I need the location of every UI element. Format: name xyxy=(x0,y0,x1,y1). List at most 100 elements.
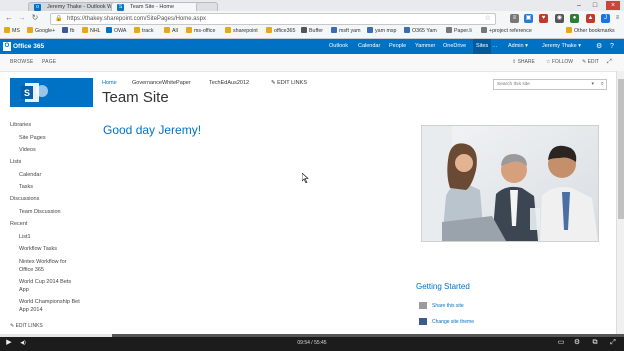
menu-icon[interactable]: ≡ xyxy=(613,14,622,23)
suite-link-yammer[interactable]: Yammer xyxy=(415,39,435,54)
captions-icon[interactable]: ▭ xyxy=(556,338,566,348)
quicklaunch-item[interactable]: World Cup 2014 Bets App xyxy=(19,278,81,294)
share-button[interactable]: ⇪ SHARE xyxy=(512,54,535,71)
address-bar[interactable]: 🔒 https://thakey.sharepoint.com/SitePage… xyxy=(50,13,496,25)
sharepoint-icon: S xyxy=(117,4,124,11)
change-theme-link[interactable]: Change site theme xyxy=(432,319,474,325)
search-input[interactable]: Search this site ▾ ⌕ xyxy=(493,79,607,90)
bookmark-item[interactable]: O365 Yam xyxy=(404,27,437,36)
bookmark-item[interactable]: +project reference xyxy=(481,27,532,36)
quicklaunch-item[interactable]: Tasks xyxy=(19,184,33,190)
quicklaunch-item[interactable]: Site Pages xyxy=(19,135,46,141)
quicklaunch-item[interactable]: Nintex Workflow for Office 365 xyxy=(19,258,81,274)
suite-bar: O Office 365 Outlook Calendar People Yamm… xyxy=(0,39,624,54)
minimize-icon[interactable]: – xyxy=(572,1,586,10)
quicklaunch-item[interactable]: Team Discussion xyxy=(19,209,61,215)
bookmark-item[interactable]: OWA xyxy=(106,27,126,36)
page-icon xyxy=(481,27,487,33)
timecode: 09:54 / 55:45 xyxy=(297,340,327,346)
help-icon[interactable]: ? xyxy=(610,39,614,54)
quicklaunch-heading[interactable]: Recent xyxy=(10,221,27,227)
more-icon[interactable]: … xyxy=(492,39,498,54)
bookmark-item[interactable]: msft yam xyxy=(331,27,360,36)
bookmark-item[interactable]: office365 xyxy=(266,27,295,36)
quicklaunch-heading[interactable]: Lists xyxy=(10,159,21,165)
folder-icon xyxy=(164,27,170,33)
quicklaunch-item[interactable]: Calendar xyxy=(19,172,41,178)
settings-icon[interactable]: ⚙ xyxy=(572,338,582,348)
quicklaunch-item[interactable]: List1 xyxy=(19,234,31,240)
vertical-scrollbar[interactable] xyxy=(616,71,624,334)
share-site-link[interactable]: Share this site xyxy=(432,303,464,309)
user-menu[interactable]: Jeremy Thake ▾ xyxy=(542,39,581,54)
chevron-down-icon[interactable]: ▾ xyxy=(591,80,594,89)
suite-link-onedrive[interactable]: OneDrive xyxy=(443,39,466,54)
gear-icon[interactable]: ⚙ xyxy=(596,39,602,54)
bookmark-item[interactable]: fb xyxy=(62,27,74,36)
site-logo[interactable]: S xyxy=(10,78,93,107)
close-window-icon[interactable]: × xyxy=(606,1,620,10)
extension-icon[interactable]: ≡ xyxy=(510,14,519,23)
reload-icon[interactable]: ↻ xyxy=(30,13,40,23)
focus-icon[interactable]: ⤢ xyxy=(607,54,612,71)
ribbon: BROWSE PAGE ⇪ SHARE ☆ FOLLOW ✎ EDIT ⤢ xyxy=(0,54,624,72)
edit-button[interactable]: ✎ EDIT xyxy=(582,54,599,71)
yammer-icon xyxy=(367,27,373,33)
tab-browse[interactable]: BROWSE xyxy=(10,54,33,71)
user-avatar[interactable]: J xyxy=(601,14,610,23)
forward-icon[interactable]: → xyxy=(17,13,27,23)
tab-page[interactable]: PAGE xyxy=(42,54,56,71)
team-photo xyxy=(421,125,599,242)
extension-icon[interactable]: ▣ xyxy=(524,14,533,23)
admin-menu[interactable]: Admin ▾ xyxy=(508,39,528,54)
bookmark-item[interactable]: yam msp xyxy=(367,27,397,36)
suite-link-people[interactable]: People xyxy=(389,39,406,54)
scrollbar-thumb[interactable] xyxy=(618,79,624,219)
back-icon[interactable]: ← xyxy=(4,13,14,23)
folder-icon xyxy=(566,27,572,33)
fullscreen-icon[interactable]: ⤢ xyxy=(608,338,618,348)
bookmark-item[interactable]: Buffer xyxy=(301,27,323,36)
bookmark-item[interactable]: sharepoint xyxy=(225,27,258,36)
search-placeholder: Search this site xyxy=(497,82,530,87)
quicklaunch-item[interactable]: Workflow Tasks xyxy=(19,246,57,252)
outlook-icon: o xyxy=(34,4,41,11)
extension-icon[interactable]: ● xyxy=(570,14,579,23)
topnav-home[interactable]: Home xyxy=(102,80,117,86)
quicklaunch-heading[interactable]: Discussions xyxy=(10,196,39,202)
extension-icon[interactable]: ▲ xyxy=(586,14,595,23)
bookmark-item[interactable]: NHL xyxy=(82,27,101,36)
getting-started-heading: Getting Started xyxy=(416,282,470,291)
quicklaunch-edit-links[interactable]: ✎ EDIT LINKS xyxy=(10,323,43,329)
quicklaunch-item[interactable]: Videos xyxy=(19,147,36,153)
edit-links-button[interactable]: ✎ EDIT LINKS xyxy=(271,80,307,86)
bookmark-item[interactable]: Paper.li xyxy=(446,27,472,36)
bookmark-item[interactable]: Google+ xyxy=(27,27,55,36)
quicklaunch-item[interactable]: World Championship Bet App 2014 xyxy=(19,298,85,314)
office-icon: O xyxy=(3,42,11,51)
topnav-techedaus[interactable]: TechEdAus2012 xyxy=(209,80,249,86)
site-title[interactable]: Team Site xyxy=(102,89,169,106)
suite-link-calendar[interactable]: Calendar xyxy=(358,39,380,54)
bookmark-item[interactable]: ms-office xyxy=(186,27,215,36)
extension-icon[interactable]: ◉ xyxy=(555,14,564,23)
bookmark-item[interactable]: All xyxy=(164,27,178,36)
office365-logo[interactable]: O Office 365 xyxy=(3,41,44,52)
bookmark-item[interactable]: track xyxy=(134,27,153,36)
popout-icon[interactable]: ⧉ xyxy=(590,338,600,348)
pocket-icon[interactable]: ♥ xyxy=(539,14,548,23)
star-icon[interactable]: ☆ xyxy=(485,14,491,24)
other-bookmarks[interactable]: Other bookmarks xyxy=(566,27,615,36)
quicklaunch-heading[interactable]: Libraries xyxy=(10,122,31,128)
maximize-icon[interactable]: □ xyxy=(588,1,602,10)
chevron-down-icon: ▾ xyxy=(578,43,582,49)
follow-button[interactable]: ☆ FOLLOW xyxy=(546,54,573,71)
suite-link-sites[interactable]: Sites xyxy=(473,39,492,54)
search-icon[interactable]: ⌕ xyxy=(601,80,604,89)
greeting-heading: Good day Jeremy! xyxy=(103,123,202,137)
suite-link-outlook[interactable]: Outlook xyxy=(329,39,348,54)
progress-fill xyxy=(0,334,113,337)
topnav-governance[interactable]: GovernanceWhitePaper xyxy=(132,80,191,86)
progress-bar[interactable] xyxy=(0,334,624,337)
bookmark-item[interactable]: MS xyxy=(4,27,20,36)
